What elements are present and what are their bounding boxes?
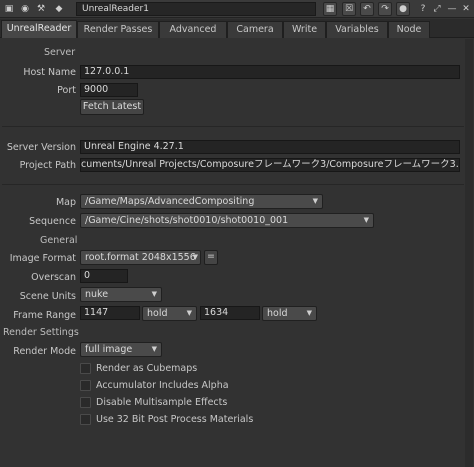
sequence-dropdown[interactable]: /Game/Cine/shots/shot0010/shot0010_001 ▼: [80, 213, 374, 228]
undo-icon[interactable]: ↶: [360, 2, 374, 16]
chevron-down-icon: ▼: [151, 345, 157, 353]
frame-range-end-input[interactable]: 1634: [200, 306, 260, 320]
overscan-label: Overscan: [31, 272, 76, 283]
chevron-down-icon: ▼: [186, 309, 192, 317]
accumulator-alpha-label: Accumulator Includes Alpha: [96, 380, 229, 391]
node-settings-icon[interactable]: ▣: [2, 2, 16, 16]
tab-unrealreader[interactable]: UnrealReader: [1, 20, 77, 38]
fetch-latest-button[interactable]: Fetch Latest: [80, 99, 144, 115]
server-version-field: Unreal Engine 4.27.1: [80, 140, 460, 154]
color-icon[interactable]: ●: [396, 2, 410, 16]
project-path-label: Project Path: [19, 160, 76, 171]
frame-range-start-input[interactable]: 1147: [80, 306, 140, 320]
port-label: Port: [57, 85, 76, 96]
section-server: Server: [44, 47, 76, 58]
map-value: /Game/Maps/AdvancedCompositing: [85, 196, 255, 207]
knob-icon[interactable]: ◉: [18, 2, 32, 16]
float-icon[interactable]: ⤢: [430, 2, 444, 16]
use-32bit-post-process-label: Use 32 Bit Post Process Materials: [96, 414, 254, 425]
tab-render-passes[interactable]: Render Passes: [77, 21, 159, 38]
chevron-down-icon: ▼: [151, 290, 157, 298]
frame-range-start-mode: hold: [147, 308, 168, 319]
disable-multisample-label: Disable Multisample Effects: [96, 397, 228, 408]
image-format-value: root.format 2048x1556: [85, 252, 196, 263]
scene-units-value: nuke: [85, 289, 109, 300]
overscan-input[interactable]: 0: [80, 269, 128, 283]
format-equals-button[interactable]: =: [204, 250, 218, 265]
divider: [2, 126, 464, 127]
disable-multisample-checkbox[interactable]: [80, 397, 91, 408]
lock-icon[interactable]: ◆: [52, 2, 66, 16]
section-render-settings: Render Settings: [3, 327, 79, 338]
render-as-cubemaps-label: Render as Cubemaps: [96, 363, 198, 374]
wrench-icon[interactable]: ⚒: [34, 2, 48, 16]
tab-write[interactable]: Write: [283, 21, 326, 38]
chevron-down-icon: ▼: [312, 197, 318, 205]
checkbox-icon[interactable]: ☒: [342, 2, 356, 16]
image-format-label: Image Format: [9, 253, 76, 264]
scene-units-label: Scene Units: [19, 291, 76, 302]
section-general: General: [40, 235, 78, 246]
render-as-cubemaps-checkbox[interactable]: [80, 363, 91, 374]
node-name-field[interactable]: UnrealReader1: [76, 2, 316, 16]
port-input[interactable]: 9000: [80, 83, 138, 97]
render-mode-label: Render Mode: [13, 346, 76, 357]
tab-camera[interactable]: Camera: [227, 21, 283, 38]
frame-range-end-mode: hold: [267, 308, 288, 319]
help-icon[interactable]: ?: [416, 2, 430, 16]
chevron-down-icon: ▼: [192, 253, 198, 261]
host-name-input[interactable]: 127.0.0.1: [80, 65, 460, 79]
node-toolbar: ▣ ◉ ⚒ ◆ UnrealReader1 ▦ ☒ ↶ ↷ ● ? ⤢ — ✕: [0, 0, 474, 18]
tab-variables[interactable]: Variables: [326, 21, 388, 38]
map-label: Map: [55, 197, 76, 208]
use-32bit-post-process-checkbox[interactable]: [80, 414, 91, 425]
scene-units-dropdown[interactable]: nuke ▼: [80, 287, 162, 302]
accumulator-alpha-checkbox[interactable]: [80, 380, 91, 391]
divider: [2, 184, 464, 185]
minimize-icon[interactable]: —: [445, 2, 459, 16]
grid-icon[interactable]: ▦: [323, 2, 337, 16]
frame-range-start-mode-dropdown[interactable]: hold ▼: [142, 306, 197, 321]
sequence-value: /Game/Cine/shots/shot0010/shot0010_001: [85, 215, 289, 226]
render-mode-value: full image: [85, 344, 133, 355]
tab-advanced[interactable]: Advanced: [159, 21, 227, 38]
server-version-label: Server Version: [6, 142, 76, 153]
project-path-field: cuments/Unreal Projects/Composureフレームワーク…: [80, 158, 460, 172]
frame-range-end-mode-dropdown[interactable]: hold ▼: [262, 306, 317, 321]
image-format-dropdown[interactable]: root.format 2048x1556 ▼: [80, 250, 201, 265]
chevron-down-icon: ▼: [363, 216, 369, 224]
sequence-label: Sequence: [29, 216, 76, 227]
tab-node[interactable]: Node: [388, 21, 430, 38]
chevron-down-icon: ▼: [306, 309, 312, 317]
frame-range-label: Frame Range: [13, 310, 76, 321]
redo-icon[interactable]: ↷: [378, 2, 392, 16]
vertical-scrollbar[interactable]: [465, 39, 473, 467]
render-mode-dropdown[interactable]: full image ▼: [80, 342, 162, 357]
close-icon[interactable]: ✕: [459, 2, 473, 16]
tab-bar: UnrealReader Render Passes Advanced Came…: [0, 19, 474, 38]
map-dropdown[interactable]: /Game/Maps/AdvancedCompositing ▼: [80, 194, 323, 209]
host-name-label: Host Name: [23, 67, 76, 78]
